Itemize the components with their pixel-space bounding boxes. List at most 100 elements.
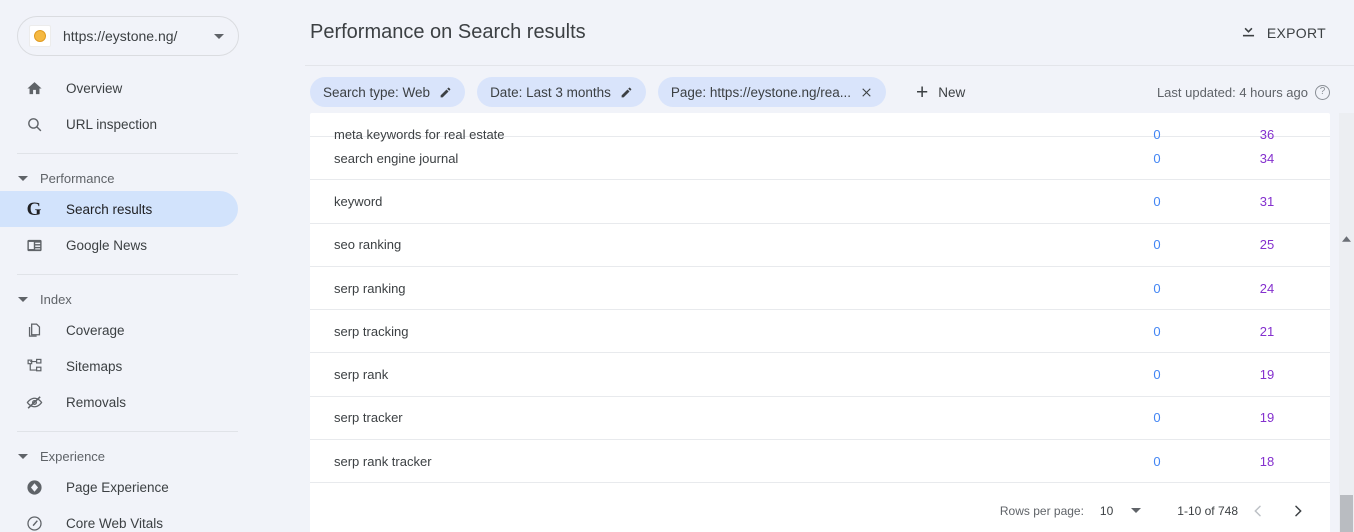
impressions-cell: 24 [1259,280,1275,296]
query-cell: keyword [334,193,383,209]
eye-off-icon [24,392,44,412]
prev-page-button[interactable] [1238,491,1278,531]
impressions-cell: 19 [1259,367,1275,383]
clicks-cell: 0 [1153,193,1161,209]
speedometer-icon [24,513,44,532]
table-row[interactable]: search engine journal 0 34 [310,137,1330,181]
sidebar-item-core-web-vitals[interactable]: Core Web Vitals [0,505,238,532]
table-row[interactable]: keyword 0 31 [310,180,1330,224]
pencil-icon[interactable] [620,86,633,99]
sidebar-item-sitemaps[interactable]: Sitemaps [0,348,238,384]
clicks-cell: 0 [1153,150,1161,166]
queries-table: meta keywords for real estate 0 36 searc… [310,113,1330,532]
sidebar-section-index[interactable]: Index [0,286,305,312]
table-row[interactable]: serp ranking 0 24 [310,267,1330,311]
table-row[interactable]: seo ranking 0 25 [310,224,1330,267]
clicks-cell: 0 [1153,323,1161,339]
clicks-cell: 0 [1153,127,1161,142]
impressions-cell: 18 [1259,453,1275,469]
query-cell: serp rank [334,367,389,383]
close-icon[interactable] [860,86,873,99]
home-icon [24,78,44,98]
sidebar-item-label: URL inspection [66,116,158,132]
sidebar-divider [17,153,238,154]
sidebar-item-search-results[interactable]: G Search results [0,191,238,227]
clicks-cell: 0 [1153,453,1161,469]
impressions-cell: 36 [1259,127,1275,142]
table-row[interactable]: serp rank 0 19 [310,353,1330,397]
site-favicon-icon [29,25,51,47]
sidebar-item-overview[interactable]: Overview [0,70,238,106]
pencil-icon[interactable] [439,86,452,99]
google-g-icon: G [26,198,42,220]
triangle-down-icon [18,296,28,302]
sidebar-item-coverage[interactable]: Coverage [0,312,238,348]
sidebar-item-label: Search results [66,201,153,217]
sidebar-divider [17,274,238,275]
impressions-cell: 34 [1259,150,1275,166]
sidebar-item-label: Core Web Vitals [66,515,164,531]
property-selector[interactable]: https://eystone.ng/ [17,16,239,56]
scroll-up-arrow-icon[interactable] [1342,229,1351,242]
rows-per-page-label: Rows per page: [999,503,1084,518]
news-icon [24,235,44,255]
query-cell: seo ranking [334,237,402,253]
impressions-cell: 19 [1259,410,1275,426]
pages-copy-icon [24,320,44,340]
impressions-cell: 21 [1259,323,1275,339]
sidebar-item-label: Page Experience [66,479,169,495]
pagination-range: 1-10 of 748 [1177,503,1238,518]
sidebar-section-experience[interactable]: Experience [0,443,305,469]
impressions-cell: 31 [1259,193,1275,209]
sidebar-item-url-inspection[interactable]: URL inspection [0,106,238,142]
table-row[interactable]: serp tracking 0 21 [310,310,1330,354]
sidebar-section-label: Index [40,291,72,307]
sidebar-section-label: Experience [40,448,106,464]
sidebar-item-page-experience[interactable]: Page Experience [0,469,238,505]
help-circle-icon[interactable]: ? [1315,84,1330,100]
rows-per-page-value: 10 [1099,503,1114,518]
filter-chip-search-type[interactable]: Search type: Web [310,77,466,107]
sidebar: https://eystone.ng/ Overview URL inspect… [0,0,305,532]
table-row[interactable]: serp rank tracker 0 18 [310,440,1330,484]
chip-label: Page: https://eystone.ng/rea... [670,84,852,100]
sidebar-item-google-news[interactable]: Google News [0,227,238,263]
sidebar-section-performance[interactable]: Performance [0,165,305,191]
main-content: Performance on Search results EXPORT Sea… [305,0,1354,532]
filter-chip-page[interactable]: Page: https://eystone.ng/rea... [657,77,887,107]
chevron-down-icon [1131,508,1142,513]
clicks-cell: 0 [1153,280,1161,296]
property-url-label: https://eystone.ng/ [63,28,178,44]
top-bar: Performance on Search results EXPORT [305,0,1354,66]
search-console-app: https://eystone.ng/ Overview URL inspect… [0,0,1354,532]
query-cell: serp ranking [334,280,406,296]
triangle-down-icon [18,453,28,459]
table-row[interactable]: meta keywords for real estate 0 36 [310,113,1330,142]
sidebar-item-label: Coverage [66,322,125,338]
sidebar-item-label: Sitemaps [66,358,123,374]
vertical-scrollbar-track[interactable] [1339,113,1354,532]
clicks-cell: 0 [1153,237,1161,253]
chip-label: Date: Last 3 months [490,84,611,100]
next-page-button[interactable] [1278,491,1318,531]
query-cell: serp tracking [334,323,409,339]
filter-chip-date[interactable]: Date: Last 3 months [477,77,646,107]
export-button[interactable]: EXPORT [1235,15,1330,51]
last-updated-label: Last updated: 4 hours ago [1156,84,1308,100]
new-filter-button[interactable]: + New [908,77,973,107]
query-cell: meta keywords for real estate [334,127,505,142]
rows-per-page-select[interactable]: 10 [1099,503,1142,518]
sidebar-item-label: Google News [66,237,148,253]
query-cell: search engine journal [334,150,459,166]
table-row[interactable]: serp tracker 0 19 [310,397,1330,441]
sitemap-icon [24,356,44,376]
sidebar-item-label: Removals [66,394,127,410]
sidebar-item-removals[interactable]: Removals [0,384,238,420]
last-updated: Last updated: 4 hours ago ? [1156,84,1330,100]
query-cell: serp tracker [334,410,403,426]
vertical-scrollbar-thumb[interactable] [1340,495,1353,532]
triangle-down-icon [18,175,28,181]
impressions-cell: 25 [1259,237,1275,253]
chevron-down-icon [214,33,224,39]
plus-icon: + [916,80,929,104]
